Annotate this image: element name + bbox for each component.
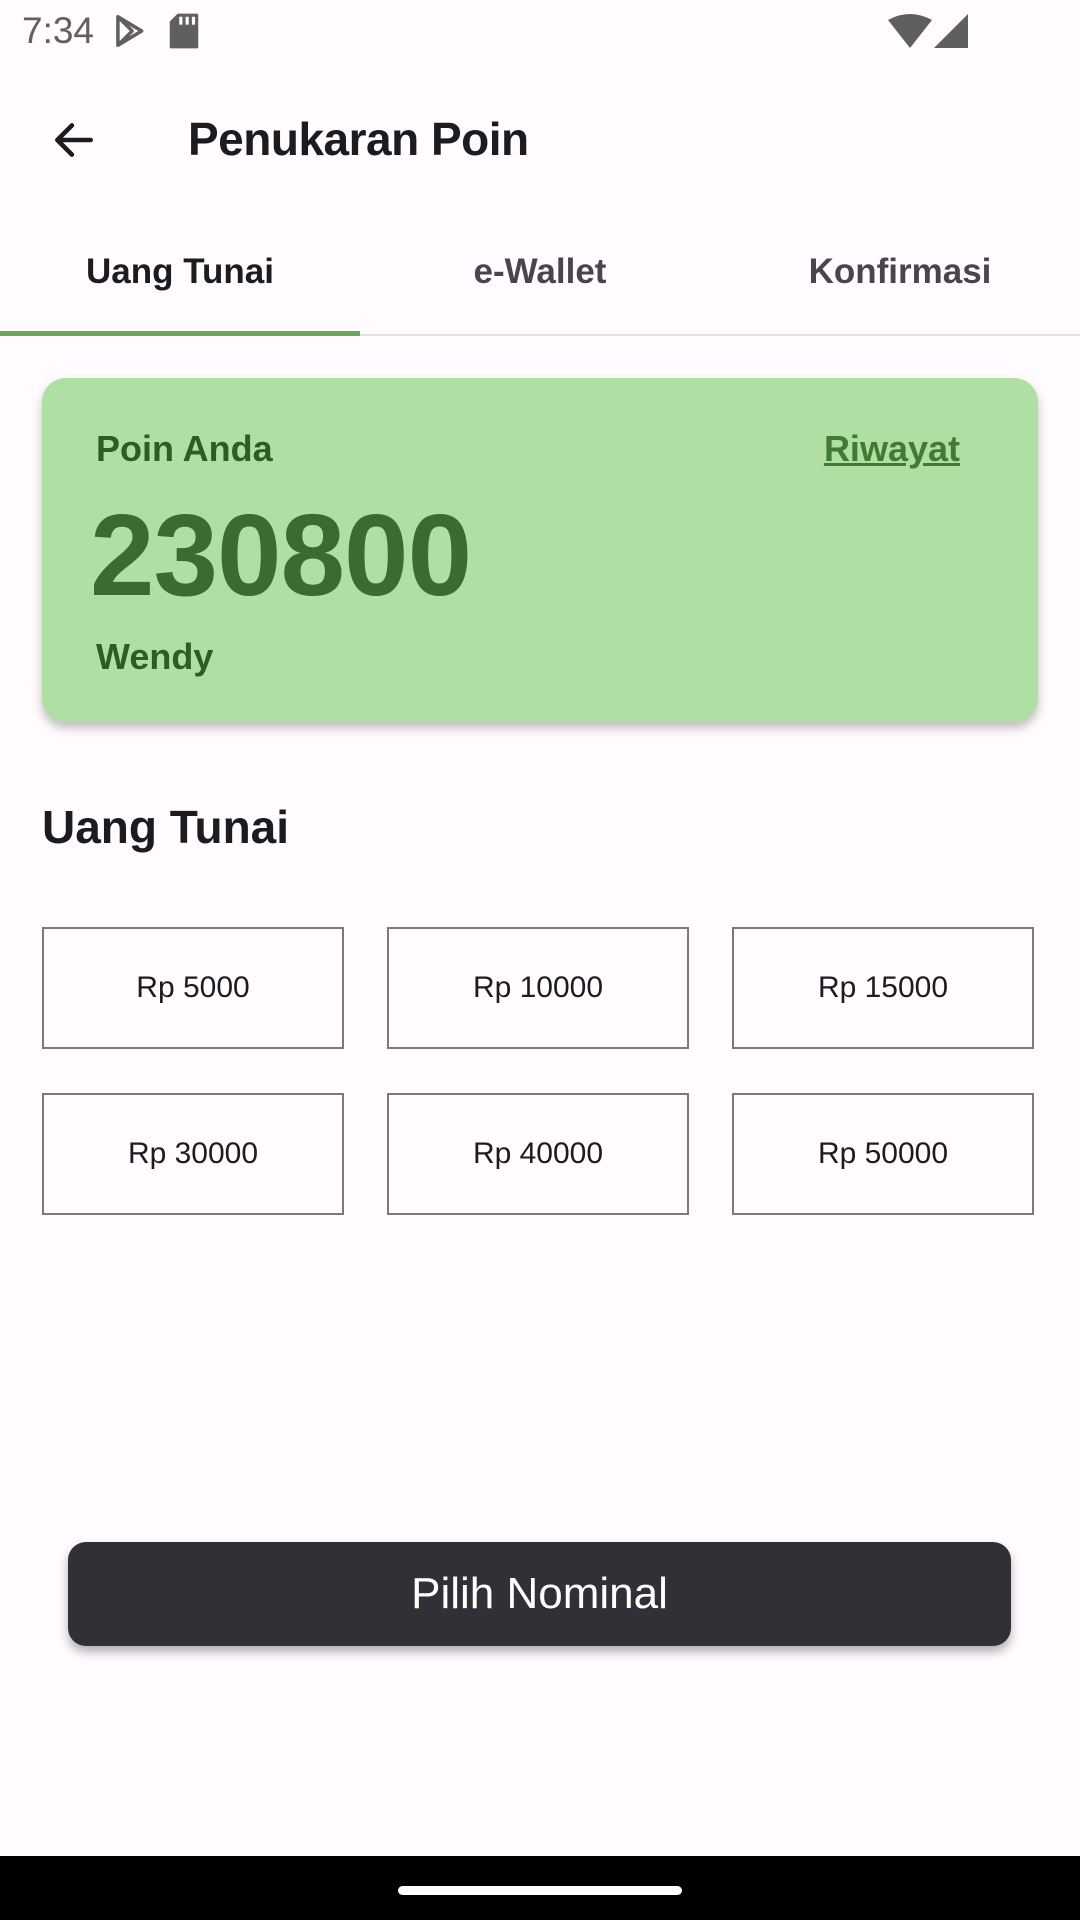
sd-card-icon xyxy=(168,12,200,55)
page-title: Penukaran Poin xyxy=(188,113,529,165)
section-title: Uang Tunai xyxy=(42,801,290,853)
arrow-left-icon xyxy=(49,115,99,170)
play-store-icon xyxy=(110,12,148,55)
nominal-option-5000[interactable]: Rp 5000 xyxy=(42,927,344,1049)
system-nav-bar xyxy=(0,1856,1080,1920)
nominal-option-30000[interactable]: Rp 30000 xyxy=(42,1093,344,1215)
points-value: 230800 xyxy=(90,490,472,620)
status-time: 7:34 xyxy=(22,10,95,51)
user-name: Wendy xyxy=(96,636,214,677)
history-link[interactable]: Riwayat xyxy=(824,428,960,470)
signal-icon xyxy=(934,14,968,53)
status-bar: 7:34 xyxy=(0,0,1080,64)
nominal-option-10000[interactable]: Rp 10000 xyxy=(387,927,689,1049)
back-button[interactable] xyxy=(34,102,114,182)
nominal-option-15000[interactable]: Rp 15000 xyxy=(732,927,1034,1049)
app-bar: Penukaran Poin xyxy=(0,64,1080,212)
home-handle[interactable] xyxy=(398,1886,682,1895)
tab-indicator xyxy=(0,331,360,336)
points-card: Poin Anda Riwayat 230800 Wendy xyxy=(42,378,1038,722)
tab-uang-tunai[interactable]: Uang Tunai xyxy=(0,212,360,332)
choose-nominal-button[interactable]: Pilih Nominal xyxy=(68,1542,1011,1646)
tab-konfirmasi[interactable]: Konfirmasi xyxy=(720,212,1080,332)
points-label: Poin Anda xyxy=(96,428,273,469)
tab-bar: Uang Tunai e-Wallet Konfirmasi xyxy=(0,212,1080,336)
wifi-icon xyxy=(888,14,932,53)
nominal-option-40000[interactable]: Rp 40000 xyxy=(387,1093,689,1215)
nominal-option-50000[interactable]: Rp 50000 xyxy=(732,1093,1034,1215)
tab-e-wallet[interactable]: e-Wallet xyxy=(360,212,720,332)
